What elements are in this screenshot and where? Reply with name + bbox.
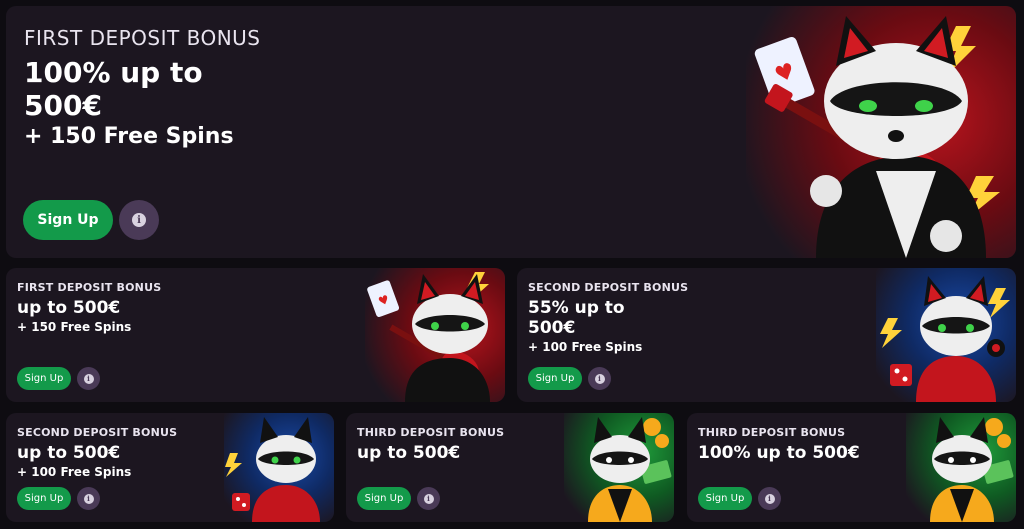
signup-button[interactable]: Sign Up <box>357 487 411 510</box>
raccoon-guitar-illustration: ♥ <box>746 6 1016 258</box>
info-button[interactable]: i <box>77 367 100 390</box>
hero-headline: 100% up to 500€ <box>24 56 203 123</box>
hero-signup-button[interactable]: Sign Up <box>23 200 113 240</box>
hero-promo-card: FIRST DEPOSIT BONUS 100% up to 500€ + 15… <box>6 6 1016 258</box>
card-eyebrow: SECOND DEPOSIT BONUS <box>17 426 178 439</box>
hero-subline: + 150 Free Spins <box>24 124 234 150</box>
info-icon: i <box>83 493 94 504</box>
promo-card-third-deposit: THIRD DEPOSIT BONUS 100% up to 500€ Sign… <box>687 413 1016 522</box>
raccoon-money-illustration <box>906 413 1016 522</box>
info-button[interactable]: i <box>758 487 781 510</box>
info-button[interactable]: i <box>417 487 440 510</box>
promo-card-third-deposit: THIRD DEPOSIT BONUS up to 500€ Sign Up i <box>346 413 674 522</box>
info-icon: i <box>423 493 434 504</box>
signup-button[interactable]: Sign Up <box>17 367 71 390</box>
promo-card-second-deposit: SECOND DEPOSIT BONUS up to 500€ + 100 Fr… <box>6 413 334 522</box>
card-eyebrow: SECOND DEPOSIT BONUS <box>528 281 689 294</box>
raccoon-dice-illustration <box>876 268 1016 402</box>
hero-eyebrow: FIRST DEPOSIT BONUS <box>24 26 261 50</box>
card-headline: up to 500€ <box>17 443 121 463</box>
card-text: THIRD DEPOSIT BONUS 100% up to 500€ <box>698 426 860 463</box>
raccoon-money-illustration <box>564 413 674 522</box>
card-headline: up to 500€ <box>17 298 121 318</box>
card-eyebrow: FIRST DEPOSIT BONUS <box>17 281 162 294</box>
signup-button[interactable]: Sign Up <box>17 487 71 510</box>
card-text: THIRD DEPOSIT BONUS up to 500€ <box>357 426 504 463</box>
card-text: SECOND DEPOSIT BONUS 55% up to 500€ + 10… <box>528 281 688 354</box>
raccoon-dice-illustration <box>224 413 334 522</box>
info-icon: i <box>83 373 94 384</box>
card-eyebrow: THIRD DEPOSIT BONUS <box>357 426 505 439</box>
card-text: FIRST DEPOSIT BONUS up to 500€ + 150 Fre… <box>17 281 161 334</box>
card-subline: + 100 Free Spins <box>528 340 643 355</box>
raccoon-guitar-illustration: ♥ <box>365 268 505 402</box>
promo-card-first-deposit: FIRST DEPOSIT BONUS up to 500€ + 150 Fre… <box>6 268 505 402</box>
card-subline: + 100 Free Spins <box>17 465 132 480</box>
hero-text: FIRST DEPOSIT BONUS 100% up to 500€ + 15… <box>24 26 284 149</box>
info-button[interactable]: i <box>77 487 100 510</box>
info-icon: i <box>764 493 775 504</box>
card-headline: up to 500€ <box>357 443 461 463</box>
card-subline: + 150 Free Spins <box>17 320 132 335</box>
card-headline: 100% up to 500€ <box>698 443 860 463</box>
info-button[interactable]: i <box>588 367 611 390</box>
hero-info-button[interactable]: i <box>119 200 159 240</box>
info-icon: i <box>594 373 605 384</box>
info-icon: i <box>132 213 146 227</box>
promo-card-second-deposit: SECOND DEPOSIT BONUS 55% up to 500€ + 10… <box>517 268 1016 402</box>
card-text: SECOND DEPOSIT BONUS up to 500€ + 100 Fr… <box>17 426 177 479</box>
card-headline: 55% up to 500€ <box>528 298 625 339</box>
signup-button[interactable]: Sign Up <box>698 487 752 510</box>
signup-button[interactable]: Sign Up <box>528 367 582 390</box>
card-eyebrow: THIRD DEPOSIT BONUS <box>698 426 846 439</box>
